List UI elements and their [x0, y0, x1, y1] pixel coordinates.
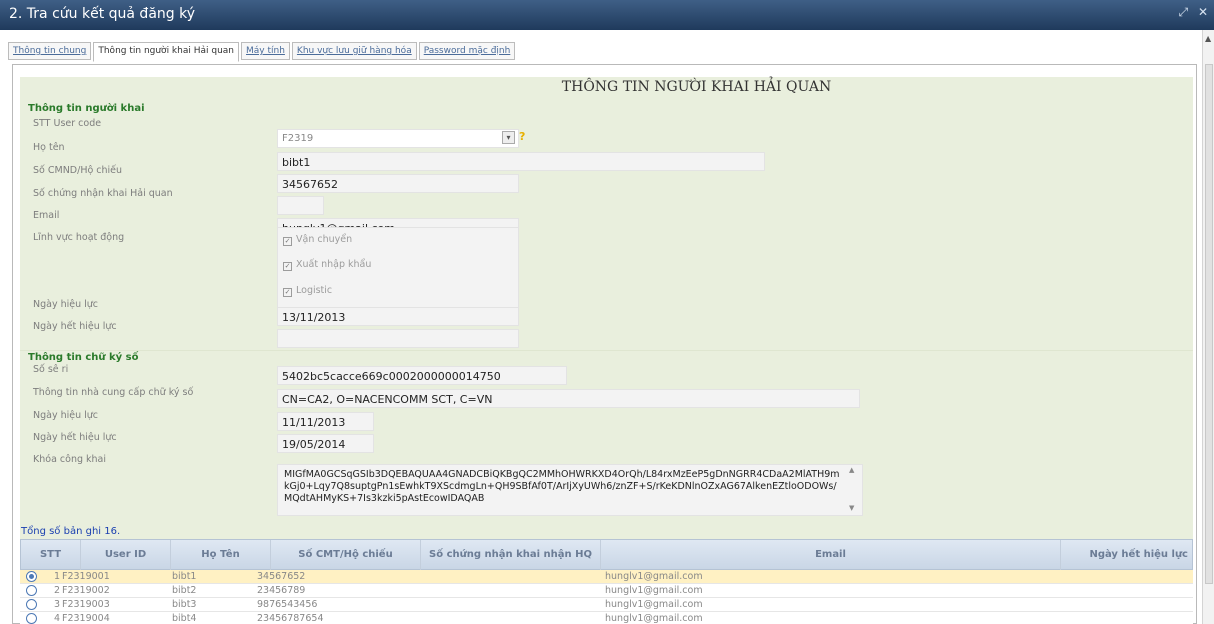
- cell-user-id: F2319002: [62, 585, 110, 596]
- user-code-select[interactable]: F2319: [277, 129, 519, 148]
- col-user-id[interactable]: User ID: [81, 540, 171, 570]
- user-code-label: STT User code: [33, 118, 102, 129]
- col-email[interactable]: Email: [601, 540, 1061, 570]
- tab-bar: Thông tin chung Thông tin người khai Hải…: [8, 42, 517, 62]
- row-radio[interactable]: [26, 571, 37, 582]
- sig-expiry-date-label: Ngày hết hiệu lực: [33, 432, 117, 443]
- customs-cert-field[interactable]: [277, 196, 324, 215]
- col-id-passport[interactable]: Số CMT/Hộ chiếu: [271, 540, 421, 570]
- cell-name: bibt3: [172, 599, 197, 610]
- cell-id-no: 23456789: [257, 585, 306, 596]
- chevron-down-icon[interactable]: ▾: [502, 131, 515, 144]
- cell-name: bibt1: [172, 571, 197, 582]
- activity-checkbox-group: ✓ Vận chuyển ✓ Xuất nhập khẩu ✓ Logistic: [277, 227, 519, 309]
- activity-label: Lĩnh vực hoạt động: [33, 232, 125, 243]
- col-full-name[interactable]: Họ Tên: [171, 540, 271, 570]
- cell-email: hunglv1@gmail.com: [605, 585, 703, 596]
- scroll-up-icon[interactable]: ▲: [849, 466, 854, 474]
- expiry-date-field[interactable]: [277, 329, 519, 348]
- cell-id-no: 23456787654: [257, 613, 324, 624]
- tab-computer[interactable]: Máy tính: [241, 42, 290, 60]
- cell-name: bibt4: [172, 613, 197, 624]
- help-icon[interactable]: ?: [519, 130, 525, 143]
- activity-transport-checkbox[interactable]: ✓ Vận chuyển: [283, 234, 352, 246]
- cell-stt: 4: [54, 613, 61, 624]
- cell-user-id: F2319001: [62, 571, 110, 582]
- full-name-field[interactable]: bibt1: [277, 152, 765, 171]
- expiry-date-label: Ngày hết hiệu lực: [33, 321, 117, 332]
- window-title: 2. Tra cứu kết quả đăng ký: [9, 6, 195, 22]
- window-controls: ⤢ ✕: [1173, 5, 1209, 20]
- col-customs-cert[interactable]: Số chứng nhận khai nhận HQ: [421, 540, 601, 570]
- cell-name: bibt2: [172, 585, 197, 596]
- form-title: THÔNG TIN NGƯỜI KHAI HẢI QUAN: [561, 79, 832, 95]
- public-key-textarea[interactable]: MIGfMA0GCSqGSIb3DQEBAQUAA4GNADCBiQKBgQC2…: [277, 464, 863, 516]
- tab-general-info[interactable]: Thông tin chung: [8, 42, 92, 60]
- table-row[interactable]: 2 F2319002 bibt2 23456789 hunglv1@gmail.…: [20, 584, 1193, 598]
- checkbox-icon: ✓: [283, 237, 292, 246]
- cell-stt: 1: [54, 571, 61, 582]
- row-radio[interactable]: [26, 599, 37, 610]
- col-expiry[interactable]: Ngày hết hiệu lực: [1061, 540, 1192, 570]
- scroll-down-icon[interactable]: ▼: [849, 504, 854, 512]
- customs-cert-label: Số chứng nhận khai Hải quan: [33, 188, 173, 199]
- sig-effective-date-label: Ngày hiệu lực: [33, 410, 99, 421]
- cell-email: hunglv1@gmail.com: [605, 613, 703, 624]
- effective-date-field[interactable]: 13/11/2013: [277, 307, 519, 326]
- declarant-section-heading: Thông tin người khai: [28, 103, 145, 114]
- row-radio[interactable]: [26, 613, 37, 624]
- cell-id-no: 34567652: [257, 571, 306, 582]
- tab-default-password[interactable]: Password mặc định: [418, 42, 516, 60]
- sig-expiry-date-field[interactable]: 19/05/2014: [277, 434, 374, 453]
- scroll-up-icon[interactable]: ▲: [1205, 34, 1211, 43]
- restore-icon[interactable]: ⤢: [1179, 5, 1189, 19]
- close-icon[interactable]: ✕: [1198, 5, 1208, 19]
- window-titlebar: 2. Tra cứu kết quả đăng ký ⤢ ✕: [0, 0, 1214, 30]
- id-number-field[interactable]: 34567652: [277, 174, 519, 193]
- window-scrollbar[interactable]: ▲: [1202, 30, 1214, 624]
- cell-email: hunglv1@gmail.com: [605, 599, 703, 610]
- cell-user-id: F2319003: [62, 599, 110, 610]
- provider-label: Thông tin nhà cung cấp chữ ký số: [33, 387, 194, 398]
- row-radio[interactable]: [26, 585, 37, 596]
- activity-import-export-checkbox[interactable]: ✓ Xuất nhập khẩu: [283, 259, 371, 271]
- checkbox-icon: ✓: [283, 262, 292, 271]
- full-name-label: Họ tên: [33, 142, 65, 153]
- tab-storage-area[interactable]: Khu vực lưu giữ hàng hóa: [291, 42, 417, 60]
- record-count: Tổng số bản ghi 16.: [21, 526, 121, 537]
- tab-customs-declarant[interactable]: Thông tin người khai Hải quan: [93, 42, 240, 62]
- activity-logistic-checkbox[interactable]: ✓ Logistic: [283, 285, 332, 297]
- cell-stt: 2: [54, 585, 61, 596]
- grid-header: STT User ID Họ Tên Số CMT/Hộ chiếu Số ch…: [20, 539, 1193, 570]
- serial-label: Số sê ri: [33, 364, 69, 375]
- scrollbar-thumb[interactable]: [1205, 64, 1213, 584]
- table-row[interactable]: 3 F2319003 bibt3 9876543456 hunglv1@gmai…: [20, 598, 1193, 612]
- declarant-form: THÔNG TIN NGƯỜI KHAI HẢI QUAN Thông tin …: [20, 77, 1193, 580]
- cell-email: hunglv1@gmail.com: [605, 571, 703, 582]
- email-label: Email: [33, 210, 60, 221]
- cell-id-no: 9876543456: [257, 599, 318, 610]
- section-divider: [20, 350, 1193, 351]
- signature-section-heading: Thông tin chữ ký số: [28, 352, 139, 363]
- checkbox-icon: ✓: [283, 288, 292, 297]
- public-key-label: Khóa công khai: [33, 454, 106, 465]
- results-grid: STT User ID Họ Tên Số CMT/Hộ chiếu Số ch…: [20, 539, 1193, 624]
- effective-date-label: Ngày hiệu lực: [33, 299, 99, 310]
- col-stt[interactable]: STT: [21, 540, 81, 570]
- serial-field[interactable]: 5402bc5cacce669c0002000000014750: [277, 366, 567, 385]
- cell-stt: 3: [54, 599, 61, 610]
- id-number-label: Số CMND/Hộ chiếu: [33, 165, 123, 176]
- table-row[interactable]: 1 F2319001 bibt1 34567652 hunglv1@gmail.…: [20, 570, 1193, 584]
- table-row[interactable]: 4 F2319004 bibt4 23456787654 hunglv1@gma…: [20, 612, 1193, 624]
- tab-content-panel: THÔNG TIN NGƯỜI KHAI HẢI QUAN Thông tin …: [12, 64, 1197, 624]
- sig-effective-date-field[interactable]: 11/11/2013: [277, 412, 374, 431]
- provider-field[interactable]: CN=CA2, O=NACENCOMM SCT, C=VN: [277, 389, 860, 408]
- cell-user-id: F2319004: [62, 613, 110, 624]
